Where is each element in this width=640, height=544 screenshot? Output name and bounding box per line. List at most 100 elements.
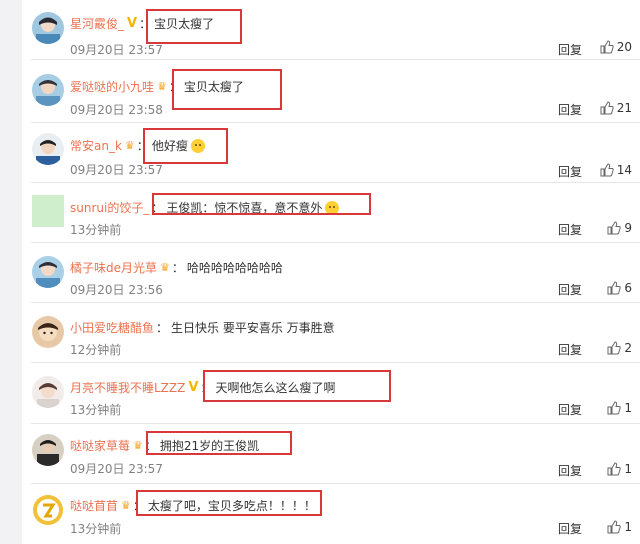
like-button[interactable]: 1 [607, 462, 632, 476]
reply-button[interactable]: 回复 [558, 221, 582, 238]
timestamp: 09月20日 23:56 [70, 283, 163, 297]
like-button[interactable]: 6 [607, 281, 632, 295]
username-link[interactable]: 哒哒家草莓 [70, 437, 130, 454]
colon: ： [132, 499, 145, 513]
thumbs-up-icon [607, 221, 622, 235]
reply-button[interactable]: 回复 [558, 462, 582, 479]
reply-button[interactable]: 回复 [558, 401, 582, 418]
colon: ： [171, 261, 184, 275]
thumbs-up-icon [600, 40, 614, 54]
thumbs-up-icon [607, 401, 622, 415]
reply-button[interactable]: 回复 [558, 101, 582, 118]
comment-item: 爱哒哒的小九哇 ♛ ： 宝贝太瘦了 09月20日 23:58 回复 21 [22, 60, 640, 123]
comment-item: 橘子味de月光草 ♛ ： 哈哈哈哈哈哈哈哈 09月20日 23:56 回复 6 [22, 243, 640, 303]
comment-text: 天啊他怎么这么瘦了啊 [215, 381, 336, 395]
crown-badge-icon: ♛ [157, 79, 167, 93]
like-button[interactable]: 1 [607, 401, 632, 415]
avatar[interactable] [32, 195, 64, 227]
timestamp: 13分钟前 [70, 223, 122, 237]
avatar[interactable] [32, 133, 64, 165]
like-count: 14 [616, 163, 632, 177]
username-link[interactable]: 星河霰俊_ [70, 15, 124, 32]
like-count: 9 [624, 221, 632, 235]
timestamp: 09月20日 23:57 [70, 462, 163, 476]
comment-text: 王俊凯：惊不惊喜，意不意外 [166, 201, 323, 215]
thumbs-up-icon [600, 163, 614, 177]
like-button[interactable]: 9 [607, 221, 632, 235]
timestamp: 13分钟前 [70, 403, 122, 417]
colon: ： [136, 139, 149, 153]
timestamp: 09月20日 23:57 [70, 43, 163, 57]
comment-text: 太瘦了吧，宝贝多吃点！！！！ [147, 499, 316, 513]
username-link[interactable]: sunrui的饺子_ [70, 199, 149, 216]
like-button[interactable]: 14 [600, 163, 632, 177]
reply-button[interactable]: 回复 [558, 341, 582, 358]
comment-item: 哒哒苜苜 ♛ ： 太瘦了吧，宝贝多吃点！！！！ 13分钟前 回复 1 [22, 484, 640, 544]
timestamp: 09月20日 23:57 [70, 163, 163, 177]
comment-text: 生日快乐 要平安喜乐 万事胜意 [171, 321, 335, 335]
like-button[interactable]: 2 [607, 341, 632, 355]
comment-list: 星河霰俊_ V ： 宝贝太瘦了 09月20日 23:57 回复 20 爱哒哒的小… [22, 0, 640, 544]
username-link[interactable]: 小田爱吃糖醋鱼 [70, 319, 154, 336]
reply-button[interactable]: 回复 [558, 41, 582, 58]
timestamp: 12分钟前 [70, 343, 122, 357]
like-button[interactable]: 21 [600, 101, 632, 115]
username-link[interactable]: 哒哒苜苜 [70, 497, 118, 514]
username-link[interactable]: 爱哒哒的小九哇 [70, 78, 154, 95]
like-count: 1 [624, 520, 632, 534]
avatar[interactable] [32, 376, 64, 408]
comment-item: 常安an_k ♛ ： 他好瘦 09月20日 23:57 回复 14 [22, 123, 640, 183]
colon: ： [139, 17, 152, 31]
comment-item: 小田爱吃糖醋鱼 ： 生日快乐 要平安喜乐 万事胜意 12分钟前 回复 2 [22, 303, 640, 363]
like-count: 1 [624, 401, 632, 415]
avatar[interactable] [32, 494, 64, 526]
comment-item: sunrui的饺子_ ： 王俊凯：惊不惊喜，意不意外 13分钟前 回复 9 [22, 183, 640, 243]
like-count: 21 [616, 101, 632, 115]
colon: ： [144, 439, 157, 453]
crying-face-icon [190, 138, 205, 153]
username-link[interactable]: 月亮不睡我不睡LZZZ [70, 379, 185, 396]
username-link[interactable]: 橘子味de月光草 [70, 259, 157, 276]
comment-text: 宝贝太瘦了 [154, 17, 215, 31]
timestamp: 13分钟前 [70, 522, 122, 536]
like-button[interactable]: 20 [600, 40, 632, 54]
comment-text: 宝贝太瘦了 [183, 80, 244, 94]
timestamp: 09月20日 23:58 [70, 103, 163, 117]
like-button[interactable]: 1 [607, 520, 632, 534]
comment-text: 哈哈哈哈哈哈哈哈 [186, 261, 283, 275]
thumbs-up-icon [607, 341, 622, 355]
crown-badge-icon: ♛ [121, 498, 131, 512]
thumbs-up-icon [607, 462, 622, 476]
like-count: 1 [624, 462, 632, 476]
comment-item: 月亮不睡我不睡LZZZ V ： 天啊他怎么这么瘦了啊 13分钟前 回复 1 [22, 363, 640, 424]
avatar[interactable] [32, 434, 64, 466]
vip-badge-icon: V [127, 15, 138, 31]
colon: ： [168, 80, 181, 94]
avatar[interactable] [32, 316, 64, 348]
crown-badge-icon: ♛ [133, 438, 143, 452]
comment-text: 他好瘦 [151, 139, 188, 153]
username-link[interactable]: 常安an_k [70, 137, 122, 154]
avatar[interactable] [32, 12, 64, 44]
winking-face-icon [325, 200, 340, 215]
like-count: 6 [624, 281, 632, 295]
comment-text: 拥抱21岁的王俊凯 [159, 439, 260, 453]
colon: ： [156, 321, 169, 335]
reply-button[interactable]: 回复 [558, 281, 582, 298]
thumbs-up-icon [607, 520, 622, 534]
thumbs-up-icon [607, 281, 622, 295]
like-count: 2 [624, 341, 632, 355]
crown-badge-icon: ♛ [160, 260, 170, 274]
colon: ： [200, 381, 213, 395]
reply-button[interactable]: 回复 [558, 163, 582, 180]
crown-badge-icon: ♛ [124, 138, 135, 152]
comment-item: 哒哒家草莓 ♛ ： 拥抱21岁的王俊凯 09月20日 23:57 回复 1 [22, 424, 640, 484]
comment-item: 星河霰俊_ V ： 宝贝太瘦了 09月20日 23:57 回复 20 [22, 0, 640, 60]
thumbs-up-icon [600, 101, 614, 115]
colon: ： [151, 201, 164, 215]
reply-button[interactable]: 回复 [558, 520, 582, 537]
avatar[interactable] [32, 74, 64, 106]
like-count: 20 [616, 40, 632, 54]
vip-badge-icon: V [188, 379, 199, 395]
avatar[interactable] [32, 256, 64, 288]
